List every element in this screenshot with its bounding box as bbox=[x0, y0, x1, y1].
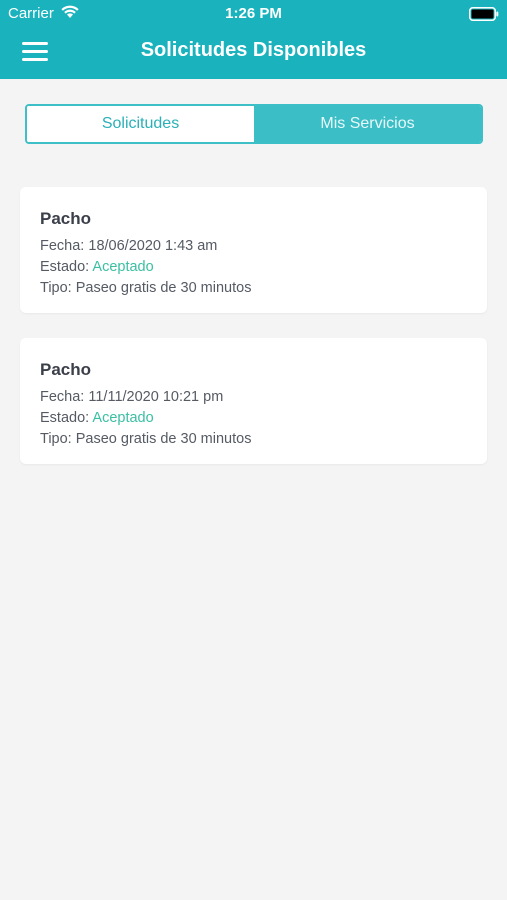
status-time: 1:26 PM bbox=[225, 5, 282, 22]
status-value: Aceptado bbox=[92, 259, 154, 275]
nav-bar: Solicitudes Disponibles bbox=[0, 28, 507, 79]
status-row: Estado: Aceptado bbox=[40, 410, 154, 426]
service-card[interactable]: Pacho Fecha: 11/11/2020 10:21 pm Estado:… bbox=[20, 338, 487, 464]
tab-mis-servicios[interactable]: Mis Servicios bbox=[254, 106, 481, 142]
date-label: Fecha: bbox=[40, 389, 85, 405]
service-card[interactable]: Pacho Fecha: 18/06/2020 1:43 am Estado: … bbox=[20, 187, 487, 313]
status-label: Estado: bbox=[40, 259, 90, 275]
date-value: 11/11/2020 10:21 pm bbox=[88, 389, 224, 405]
date-row: Fecha: 11/11/2020 10:21 pm bbox=[40, 389, 223, 405]
pet-name: Pacho bbox=[40, 209, 92, 228]
status-row: Estado: Aceptado bbox=[40, 259, 154, 275]
segmented-control: Solicitudes Mis Servicios bbox=[25, 104, 483, 144]
status-bar: Carrier 1:26 PM bbox=[0, 0, 507, 28]
type-row: Tipo: Paseo gratis de 30 minutos bbox=[40, 431, 251, 447]
date-row: Fecha: 18/06/2020 1:43 am bbox=[40, 238, 217, 254]
type-value: Paseo gratis de 30 minutos bbox=[75, 280, 252, 296]
date-label: Fecha: bbox=[40, 238, 85, 254]
app-screen: Carrier 1:26 PM Solicitudes Disponibles bbox=[0, 0, 507, 900]
date-value: 18/06/2020 1:43 am bbox=[88, 238, 218, 254]
type-label: Tipo: bbox=[40, 280, 72, 296]
type-row: Tipo: Paseo gratis de 30 minutos bbox=[40, 280, 251, 296]
tab-solicitudes[interactable]: Solicitudes bbox=[27, 106, 254, 142]
type-value: Paseo gratis de 30 minutos bbox=[75, 431, 252, 447]
battery-icon bbox=[469, 7, 499, 21]
status-label: Estado: bbox=[40, 410, 90, 426]
page-title: Solicitudes Disponibles bbox=[140, 39, 367, 61]
header: Carrier 1:26 PM Solicitudes Disponibles bbox=[0, 0, 507, 79]
pet-name: Pacho bbox=[40, 360, 92, 379]
type-label: Tipo: bbox=[40, 431, 72, 447]
status-value: Aceptado bbox=[92, 410, 154, 426]
